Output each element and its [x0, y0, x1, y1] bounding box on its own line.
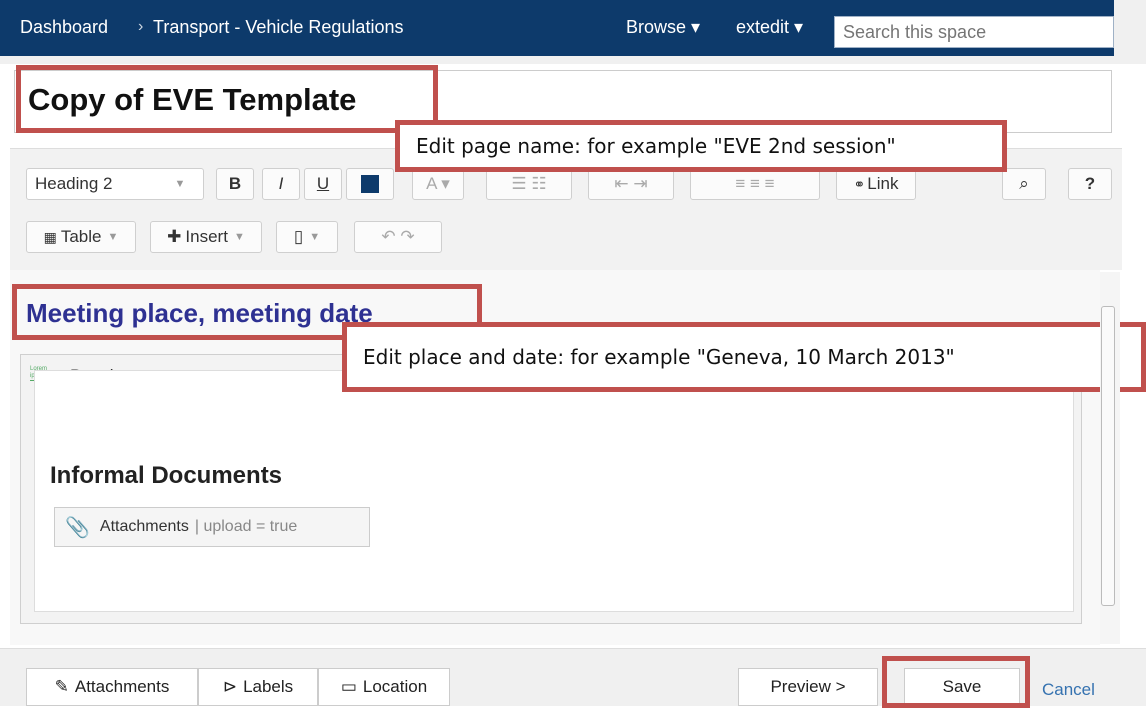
labels-button[interactable]: ⊳ Labels [198, 668, 318, 706]
location-button[interactable]: ▭ Location [318, 668, 450, 706]
search-input[interactable] [834, 16, 1114, 48]
preview-button[interactable]: Preview > [738, 668, 878, 706]
insert-button[interactable]: ✚ Insert ▼ [150, 221, 262, 253]
save-highlight-frame [882, 656, 1030, 708]
find-replace-icon[interactable]: ⌕ [1002, 168, 1046, 200]
paperclip-icon: ✎ [54, 677, 69, 696]
insert-plus-icon: ✚ [167, 227, 182, 246]
place-hint-callout: Edit place and date: for example "Geneva… [342, 322, 1146, 392]
italic-button[interactable]: I [262, 168, 300, 200]
bold-button[interactable]: B [216, 168, 254, 200]
breadcrumb-space[interactable]: Transport - Vehicle Regulations [153, 17, 403, 38]
attachments-macro-label: Attachments [99, 518, 189, 535]
layout-icon: ▯ [293, 227, 304, 246]
table-icon: ▦ [43, 228, 57, 245]
folder-icon: ▭ [340, 677, 357, 696]
text-color-button[interactable] [346, 168, 394, 200]
link-button[interactable]: ⚭ Link [836, 168, 916, 200]
style-select-label: Heading 2 [35, 174, 113, 193]
list-buttons[interactable]: ☰ ☷ [486, 168, 572, 200]
align-buttons[interactable]: ≡ ≡ ≡ [690, 168, 820, 200]
panel-body[interactable] [34, 370, 1074, 612]
browse-menu[interactable]: Browse ▾ [626, 17, 700, 38]
attachments-button-label: Attachments [74, 677, 170, 696]
insert-label: Insert [185, 227, 228, 246]
location-button-label: Location [362, 677, 428, 696]
help-button[interactable]: ? [1068, 168, 1112, 200]
color-swatch-icon [361, 175, 379, 193]
style-select[interactable]: Heading 2 ▼ [26, 168, 204, 200]
chevron-down-icon: ▼ [309, 231, 321, 243]
table-label: Table [60, 227, 102, 246]
user-menu[interactable]: extedit ▾ [736, 17, 803, 38]
chevron-down-icon: ▼ [233, 231, 245, 243]
chevron-down-icon: ▼ [174, 178, 186, 190]
breadcrumb-dashboard[interactable]: Dashboard [20, 17, 108, 38]
scrollbar-thumb[interactable] [1101, 306, 1115, 606]
table-button[interactable]: ▦ Table ▼ [26, 221, 136, 253]
labels-button-label: Labels [243, 677, 294, 696]
link-icon: ⚭ [853, 175, 866, 192]
attachments-macro-param: | upload = true [194, 518, 298, 535]
link-label: Link [867, 174, 899, 193]
tag-icon: ⊳ [222, 677, 238, 696]
underline-button[interactable]: U [304, 168, 342, 200]
undo-redo-buttons[interactable]: ↶ ↷ [354, 221, 442, 253]
page-layout-button[interactable]: ▯ ▼ [276, 221, 338, 253]
format-more-button[interactable]: A ▾ [412, 168, 464, 200]
paperclip-icon: 📎 [65, 516, 90, 539]
breadcrumb-separator: › [138, 18, 144, 35]
chevron-down-icon: ▼ [107, 231, 119, 243]
attachments-macro[interactable]: 📎 Attachments | upload = true [54, 507, 370, 547]
informal-documents-heading[interactable]: Informal Documents [50, 462, 282, 490]
attachments-button[interactable]: ✎ Attachments [26, 668, 198, 706]
indent-buttons[interactable]: ⇤ ⇥ [588, 168, 674, 200]
title-hint-callout: Edit page name: for example "EVE 2nd ses… [395, 120, 1007, 172]
cancel-link[interactable]: Cancel [1042, 680, 1095, 700]
title-highlight-frame [16, 65, 438, 133]
